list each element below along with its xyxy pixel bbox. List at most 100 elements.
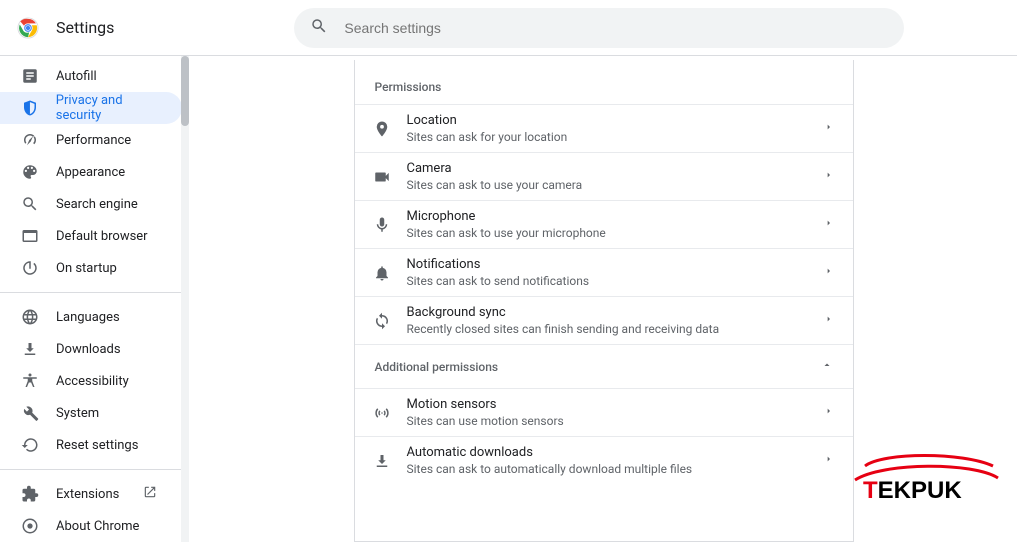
chevron-right-icon	[825, 265, 833, 281]
palette-icon	[20, 162, 40, 182]
download-icon	[20, 339, 40, 359]
sidebar-item-label: Appearance	[56, 165, 125, 180]
additional-permissions-toggle[interactable]: Additional permissions	[355, 344, 853, 388]
sync-icon	[371, 310, 393, 332]
accessibility-icon	[20, 371, 40, 391]
sidebar-item-appearance[interactable]: Appearance	[0, 156, 182, 188]
sidebar-item-label: Downloads	[56, 342, 121, 357]
search-settings-field[interactable]	[294, 8, 904, 48]
sidebar-item-languages[interactable]: Languages	[0, 301, 182, 333]
row-title: Automatic downloads	[407, 445, 811, 460]
row-automatic-downloads[interactable]: Automatic downloads Sites can ask to aut…	[355, 436, 853, 484]
sidebar-item-default-browser[interactable]: Default browser	[0, 220, 182, 252]
sidebar-item-label: System	[56, 406, 99, 421]
row-text: Camera Sites can ask to use your camera	[407, 161, 811, 192]
location-icon	[371, 118, 393, 140]
chevron-right-icon	[825, 217, 833, 233]
download-icon	[371, 450, 393, 472]
row-title: Microphone	[407, 209, 811, 224]
sidebar-item-system[interactable]: System	[0, 397, 182, 429]
row-microphone[interactable]: Microphone Sites can ask to use your mic…	[355, 200, 853, 248]
chevron-right-icon	[825, 313, 833, 329]
row-desc: Sites can ask to automatically download …	[407, 462, 811, 476]
search-icon	[20, 194, 40, 214]
row-title: Camera	[407, 161, 811, 176]
sidebar: Autofill Privacy and security Performanc…	[0, 56, 190, 542]
speed-icon	[20, 130, 40, 150]
autofill-icon	[20, 66, 40, 86]
sidebar-item-performance[interactable]: Performance	[0, 124, 182, 156]
settings-card: Permissions Location Sites can ask for y…	[354, 60, 854, 542]
extension-icon	[20, 484, 40, 504]
sidebar-item-on-startup[interactable]: On startup	[0, 252, 182, 284]
sidebar-item-search-engine[interactable]: Search engine	[0, 188, 182, 220]
sensors-icon	[371, 402, 393, 424]
row-text: Motion sensors Sites can use motion sens…	[407, 397, 811, 428]
camera-icon	[371, 166, 393, 188]
row-desc: Sites can use motion sensors	[407, 414, 811, 428]
globe-icon	[20, 307, 40, 327]
row-text: Location Sites can ask for your location	[407, 113, 811, 144]
wrench-icon	[20, 403, 40, 423]
search-icon	[310, 17, 328, 39]
row-desc: Sites can ask for your location	[407, 130, 811, 144]
open-in-new-icon	[143, 485, 157, 503]
power-icon	[20, 258, 40, 278]
sidebar-item-reset-settings[interactable]: Reset settings	[0, 429, 182, 461]
chevron-up-icon	[821, 359, 833, 374]
chevron-right-icon	[825, 121, 833, 137]
sidebar-scrollbar-thumb[interactable]	[181, 56, 189, 126]
sidebar-item-label: Autofill	[56, 69, 97, 84]
sidebar-scrollbar[interactable]	[181, 56, 189, 542]
sidebar-item-autofill[interactable]: Autofill	[0, 60, 182, 92]
chevron-right-icon	[825, 169, 833, 185]
row-camera[interactable]: Camera Sites can ask to use your camera	[355, 152, 853, 200]
restore-icon	[20, 435, 40, 455]
chevron-right-icon	[825, 405, 833, 421]
row-notifications[interactable]: Notifications Sites can ask to send noti…	[355, 248, 853, 296]
row-desc: Sites can ask to send notifications	[407, 274, 811, 288]
sidebar-item-label: Extensions	[56, 487, 119, 502]
row-text: Automatic downloads Sites can ask to aut…	[407, 445, 811, 476]
chrome-icon	[20, 516, 40, 536]
row-title: Location	[407, 113, 811, 128]
row-title: Motion sensors	[407, 397, 811, 412]
sidebar-item-label: On startup	[56, 261, 117, 276]
mic-icon	[371, 214, 393, 236]
additional-permissions-title: Additional permissions	[375, 360, 499, 374]
row-location[interactable]: Location Sites can ask for your location	[355, 104, 853, 152]
shield-icon	[20, 98, 40, 118]
permissions-section-title: Permissions	[355, 60, 853, 104]
sidebar-item-label: Default browser	[56, 229, 148, 244]
sidebar-item-label: Accessibility	[56, 374, 129, 389]
sidebar-item-label: Languages	[56, 310, 120, 325]
sidebar-item-label: Reset settings	[56, 438, 138, 453]
search-input[interactable]	[344, 20, 888, 36]
row-text: Notifications Sites can ask to send noti…	[407, 257, 811, 288]
browser-icon	[20, 226, 40, 246]
content-area: Permissions Location Sites can ask for y…	[190, 56, 1017, 542]
sidebar-item-label: About Chrome	[56, 519, 139, 534]
chrome-logo-icon	[16, 16, 40, 40]
row-motion-sensors[interactable]: Motion sensors Sites can use motion sens…	[355, 388, 853, 436]
row-title: Background sync	[407, 305, 811, 320]
app-title: Settings	[56, 18, 114, 37]
row-background-sync[interactable]: Background sync Recently closed sites ca…	[355, 296, 853, 344]
sidebar-item-about-chrome[interactable]: About Chrome	[0, 510, 182, 542]
chevron-right-icon	[825, 453, 833, 469]
row-desc: Recently closed sites can finish sending…	[407, 322, 811, 336]
sidebar-item-label: Search engine	[56, 197, 138, 212]
sidebar-item-label: Performance	[56, 133, 131, 148]
sidebar-item-privacy-and-security[interactable]: Privacy and security	[0, 92, 182, 124]
sidebar-item-accessibility[interactable]: Accessibility	[0, 365, 182, 397]
sidebar-item-extensions[interactable]: Extensions	[0, 478, 182, 510]
row-desc: Sites can ask to use your camera	[407, 178, 811, 192]
sidebar-separator	[0, 292, 182, 293]
row-title: Notifications	[407, 257, 811, 272]
row-desc: Sites can ask to use your microphone	[407, 226, 811, 240]
row-text: Background sync Recently closed sites ca…	[407, 305, 811, 336]
sidebar-item-downloads[interactable]: Downloads	[0, 333, 182, 365]
sidebar-item-label: Privacy and security	[56, 93, 170, 123]
top-bar: Settings	[0, 0, 1017, 56]
sidebar-separator	[0, 469, 182, 470]
